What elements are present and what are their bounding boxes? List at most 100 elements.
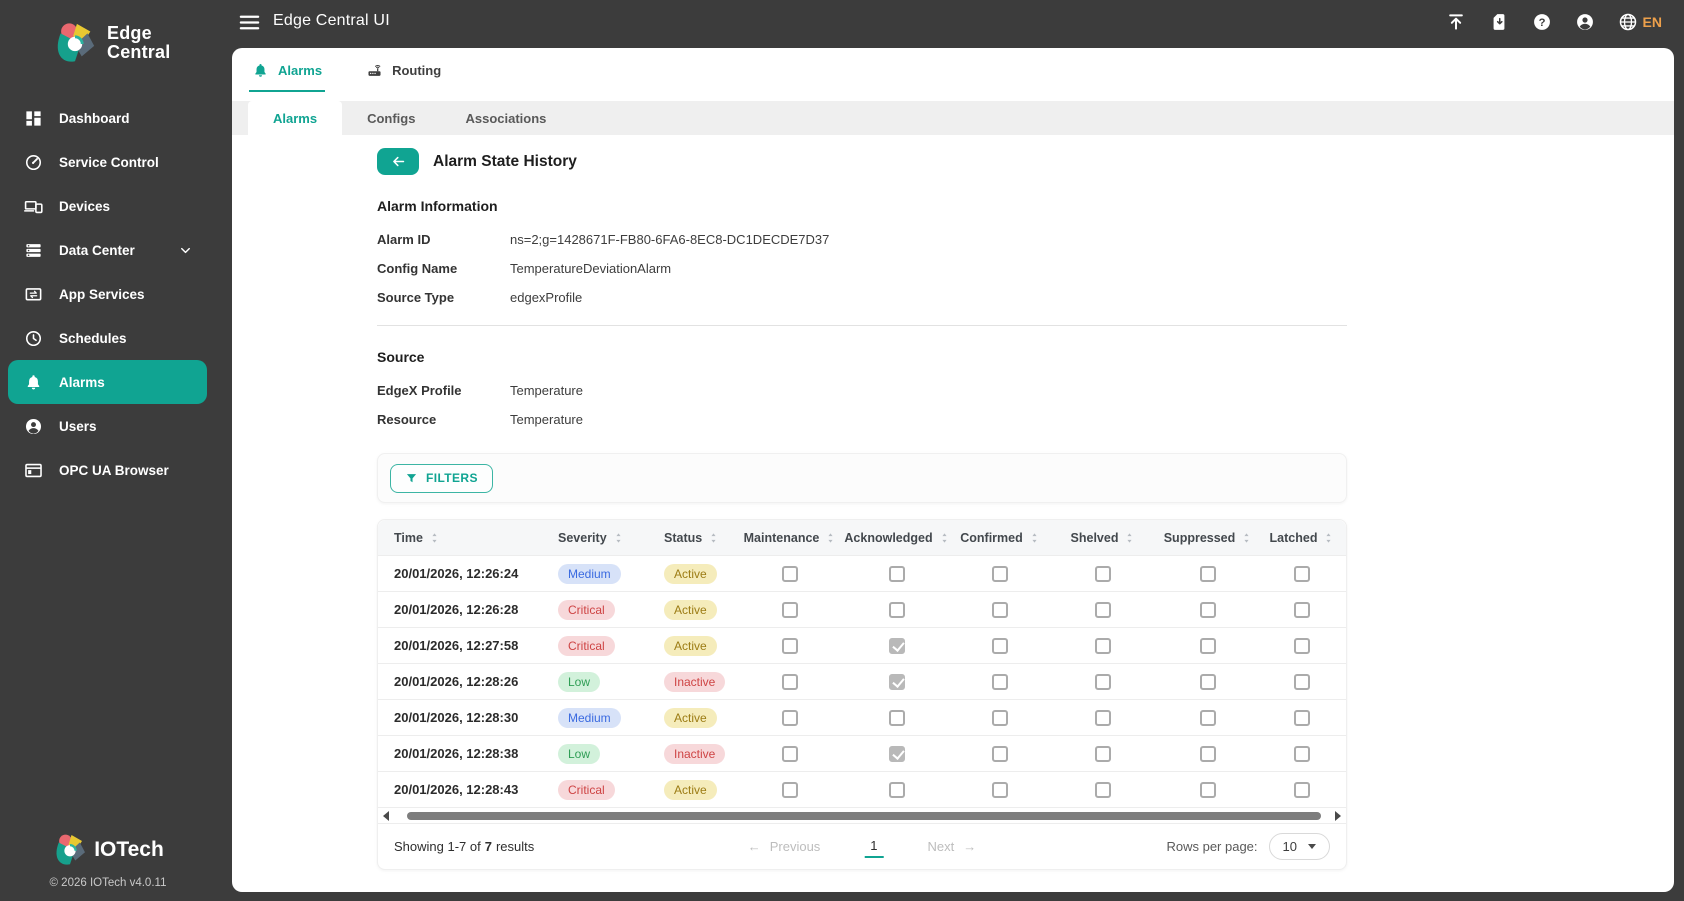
table-row[interactable]: 20/01/2026, 12:26:24 Medium Active [378, 555, 1346, 591]
maintenance-checkbox[interactable] [782, 781, 798, 798]
rows-per-page-select[interactable]: 10 [1268, 833, 1330, 860]
sort-icon[interactable] [1323, 531, 1334, 545]
scrollbar-thumb[interactable] [407, 811, 1321, 820]
latched-checkbox[interactable] [1294, 637, 1310, 654]
maintenance-checkbox[interactable] [782, 673, 798, 690]
subtab-configs[interactable]: Configs [342, 101, 440, 135]
column-header-latched[interactable]: Latched [1262, 531, 1342, 545]
scrollbar-track[interactable] [393, 811, 1331, 820]
table-row[interactable]: 20/01/2026, 12:28:26 Low Inactive [378, 663, 1346, 699]
acknowledged-checkbox[interactable] [889, 565, 905, 582]
help-icon[interactable] [1532, 12, 1552, 32]
subtab-alarms[interactable]: Alarms [248, 101, 343, 135]
tab-alarms[interactable]: Alarms [248, 48, 326, 92]
confirmed-checkbox[interactable] [992, 745, 1008, 762]
confirmed-checkbox[interactable] [992, 637, 1008, 654]
shelved-checkbox[interactable] [1095, 709, 1111, 726]
acknowledged-checkbox[interactable] [889, 601, 905, 618]
sidebar-item-alarms[interactable]: Alarms [8, 360, 207, 404]
suppressed-checkbox[interactable] [1200, 637, 1216, 654]
sort-icon[interactable] [429, 531, 440, 545]
acknowledged-checkbox[interactable] [889, 745, 905, 762]
suppressed-checkbox[interactable] [1200, 709, 1216, 726]
sort-icon[interactable] [1241, 531, 1252, 545]
confirmed-checkbox[interactable] [992, 709, 1008, 726]
tab-routing[interactable]: Routing [366, 48, 441, 92]
table-row[interactable]: 20/01/2026, 12:28:30 Medium Active [378, 699, 1346, 735]
maintenance-checkbox[interactable] [782, 637, 798, 654]
horizontal-scrollbar[interactable] [378, 807, 1346, 823]
shelved-checkbox[interactable] [1095, 637, 1111, 654]
sort-icon[interactable] [1029, 531, 1040, 545]
column-header-maintenance[interactable]: Maintenance [734, 531, 846, 545]
latched-checkbox[interactable] [1294, 565, 1310, 582]
subtab-associations[interactable]: Associations [440, 101, 571, 135]
account-icon[interactable] [1575, 12, 1595, 32]
filters-button[interactable]: FILTERS [390, 463, 493, 493]
column-header-status[interactable]: Status [648, 531, 734, 545]
scroll-left-arrow[interactable] [383, 810, 389, 821]
sidebar-item-users[interactable]: Users [8, 404, 207, 448]
latched-checkbox[interactable] [1294, 709, 1310, 726]
suppressed-checkbox[interactable] [1200, 781, 1216, 798]
column-header-shelved[interactable]: Shelved [1052, 531, 1154, 545]
acknowledged-checkbox[interactable] [889, 637, 905, 654]
page-number[interactable]: 1 [864, 835, 884, 858]
column-header-time[interactable]: Time [378, 531, 542, 545]
maintenance-checkbox[interactable] [782, 601, 798, 618]
column-header-acknowledged[interactable]: Acknowledged [844, 531, 948, 545]
sidebar-item-opc-ua-browser[interactable]: OPC UA Browser [8, 448, 207, 492]
globe-icon[interactable]: EN [1618, 12, 1662, 32]
confirmed-checkbox[interactable] [992, 565, 1008, 582]
latched-checkbox[interactable] [1294, 673, 1310, 690]
table-row[interactable]: 20/01/2026, 12:26:28 Critical Active [378, 591, 1346, 627]
latched-checkbox[interactable] [1294, 781, 1310, 798]
shelved-checkbox[interactable] [1095, 601, 1111, 618]
shelved-checkbox[interactable] [1095, 565, 1111, 582]
confirmed-checkbox[interactable] [992, 673, 1008, 690]
scroll-right-arrow[interactable] [1335, 810, 1341, 821]
column-header-severity[interactable]: Severity [542, 531, 648, 545]
acknowledged-checkbox[interactable] [889, 709, 905, 726]
sort-icon[interactable] [825, 531, 836, 545]
shelved-checkbox[interactable] [1095, 745, 1111, 762]
previous-page-button[interactable]: ← Previous [748, 839, 821, 854]
confirmed-checkbox[interactable] [992, 601, 1008, 618]
field-edgex-profile: EdgeX Profile Temperature [377, 383, 1674, 398]
sidebar-item-label: OPC UA Browser [59, 462, 169, 478]
upload-icon[interactable] [1446, 12, 1466, 32]
table-row[interactable]: 20/01/2026, 12:28:38 Low Inactive [378, 735, 1346, 771]
latched-checkbox[interactable] [1294, 601, 1310, 618]
sidebar-item-dashboard[interactable]: Dashboard [8, 96, 207, 140]
column-header-suppressed[interactable]: Suppressed [1154, 531, 1262, 545]
hamburger-menu-icon[interactable] [238, 11, 261, 34]
maintenance-checkbox[interactable] [782, 565, 798, 582]
column-header-confirmed[interactable]: Confirmed [948, 531, 1052, 545]
maintenance-checkbox[interactable] [782, 745, 798, 762]
sort-icon[interactable] [708, 531, 719, 545]
next-page-button[interactable]: Next → [928, 839, 977, 854]
cell-shelved [1052, 565, 1154, 582]
sidebar-item-data-center[interactable]: Data Center [8, 228, 207, 272]
shelved-checkbox[interactable] [1095, 673, 1111, 690]
maintenance-checkbox[interactable] [782, 709, 798, 726]
sidebar-item-schedules[interactable]: Schedules [8, 316, 207, 360]
suppressed-checkbox[interactable] [1200, 673, 1216, 690]
suppressed-checkbox[interactable] [1200, 601, 1216, 618]
latched-checkbox[interactable] [1294, 745, 1310, 762]
acknowledged-checkbox[interactable] [889, 673, 905, 690]
sim-download-icon[interactable] [1489, 12, 1509, 32]
table-row[interactable]: 20/01/2026, 12:28:43 Critical Active [378, 771, 1346, 807]
sort-icon[interactable] [1124, 531, 1135, 545]
acknowledged-checkbox[interactable] [889, 781, 905, 798]
shelved-checkbox[interactable] [1095, 781, 1111, 798]
sidebar-item-devices[interactable]: Devices [8, 184, 207, 228]
suppressed-checkbox[interactable] [1200, 745, 1216, 762]
confirmed-checkbox[interactable] [992, 781, 1008, 798]
table-row[interactable]: 20/01/2026, 12:27:58 Critical Active [378, 627, 1346, 663]
back-button[interactable] [377, 148, 419, 175]
sort-icon[interactable] [613, 531, 624, 545]
suppressed-checkbox[interactable] [1200, 565, 1216, 582]
sidebar-item-app-services[interactable]: App Services [8, 272, 207, 316]
sidebar-item-service-control[interactable]: Service Control [8, 140, 207, 184]
